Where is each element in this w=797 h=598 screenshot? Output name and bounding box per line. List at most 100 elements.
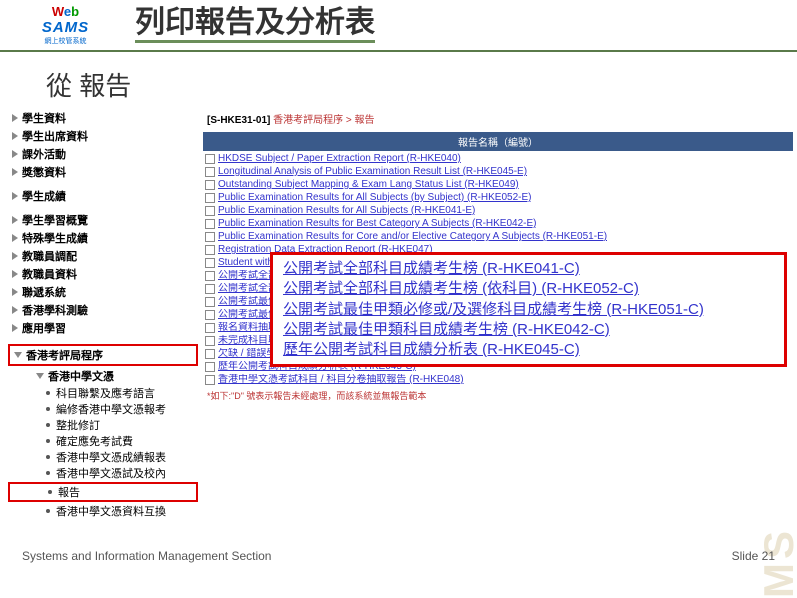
checkbox[interactable] [205,375,215,385]
bullet-icon [46,439,50,443]
breadcrumb: [S-HKE31-01] 香港考評局程序 > 報告 [203,109,793,132]
checkbox[interactable] [205,232,215,242]
triangle-icon [12,168,18,176]
callout-box: 公開考試全部科目成績考生榜 (R-HKE041-C)公開考試全部科目成績考生榜 … [270,252,787,367]
websams-logo: Web SAMS 網上校管系統 [8,4,123,46]
bullet-icon [46,509,50,513]
report-row: Public Examination Results for Core and/… [203,231,793,244]
checkbox[interactable] [205,349,215,359]
triangle-icon [12,270,18,278]
page-title: 列印報告及分析表 [135,8,375,43]
triangle-icon [14,352,22,358]
sidebar-item[interactable]: 香港學科測驗 [8,301,198,319]
sidebar-item[interactable]: 應用學習 [8,319,198,337]
sidebar-item[interactable]: 學生資料 [8,109,198,127]
callout-link[interactable]: 歷年公開考試科目成績分析表 (R-HKE045-C) [283,340,774,360]
checkbox[interactable] [205,362,215,372]
sidebar-subitem[interactable]: 香港中學文憑 [8,367,198,385]
triangle-icon [12,150,18,158]
sidebar-label: 編修香港中學文憑報考 [56,401,166,417]
report-link[interactable]: Public Examination Results for Best Cate… [218,218,536,230]
report-link[interactable]: Outstanding Subject Mapping & Exam Lang … [218,179,519,191]
checkbox[interactable] [205,310,215,320]
callout-link[interactable]: 公開考試最佳甲類必修或/及選修科目成績考生榜 (R-HKE051-C) [283,300,774,320]
sidebar-item[interactable]: 課外活動 [8,145,198,163]
sidebar-item[interactable]: 教職員調配 [8,247,198,265]
report-link[interactable]: HKDSE Subject / Paper Extraction Report … [218,153,461,165]
sidebar-leaf-item[interactable]: 報告 [8,482,198,502]
callout-link[interactable]: 公開考試全部科目成績考生榜 (R-HKE041-C) [283,259,774,279]
checkbox[interactable] [205,167,215,177]
logo-web: Web [52,4,79,19]
report-row: 香港中學文憑考試科目 / 科目分卷抽取報告 (R-HKE048) [203,374,793,387]
footer-left: Systems and Information Management Secti… [22,549,271,563]
checkbox[interactable] [205,180,215,190]
sidebar-label: 整批修訂 [56,417,100,433]
checkbox[interactable] [205,336,215,346]
report-link[interactable]: Public Examination Results for Core and/… [218,231,607,243]
sidebar-label: 科目聯繫及應考語言 [56,385,155,401]
logo-subtitle: 網上校管系統 [45,36,87,46]
sidebar-label: 報告 [58,484,80,500]
sidebar-label: 教職員資料 [22,266,77,282]
sidebar-label: 香港中學文憑資料互換 [56,503,166,519]
sidebar-item[interactable]: 獎懲資料 [8,163,198,181]
triangle-icon [12,132,18,140]
report-link[interactable]: Longitudinal Analysis of Public Examinat… [218,166,527,178]
checkbox[interactable] [205,271,215,281]
triangle-icon [12,252,18,260]
triangle-icon [12,192,18,200]
bullet-icon [48,490,52,494]
triangle-icon [12,216,18,224]
breadcrumb-code: [S-HKE31-01] [207,115,270,126]
sidebar-item[interactable]: 學生學習概覽 [8,211,198,229]
section-subtitle: 從 報告 [46,66,797,103]
bullet-icon [46,407,50,411]
report-row: Outstanding Subject Mapping & Exam Lang … [203,179,793,192]
footnote: *如下:"D" 號表示報告未經處理，而該系統並無報告範本 [203,387,793,402]
checkbox[interactable] [205,284,215,294]
sidebar-label: 香港中學文憑 [48,368,114,384]
sidebar-item[interactable]: 教職員資料 [8,265,198,283]
sidebar-leaf-item[interactable]: 編修香港中學文憑報考 [8,401,198,417]
checkbox[interactable] [205,193,215,203]
checkbox[interactable] [205,245,215,255]
triangle-icon [12,306,18,314]
bullet-icon [46,423,50,427]
sidebar-item[interactable]: 聯遞系統 [8,283,198,301]
report-link[interactable]: Public Examination Results for All Subje… [218,205,475,217]
sidebar-leaf-item[interactable]: 香港中學文憑資料互換 [8,503,198,519]
report-row: Longitudinal Analysis of Public Examinat… [203,166,793,179]
checkbox[interactable] [205,206,215,216]
checkbox[interactable] [205,154,215,164]
checkbox[interactable] [205,219,215,229]
report-row: Public Examination Results for Best Cate… [203,218,793,231]
logo-sams: SAMS [42,19,89,36]
sidebar-label: 學生資料 [22,110,66,126]
sidebar-item[interactable]: 特殊學生成績 [8,229,198,247]
sidebar-leaf-item[interactable]: 香港中學文憑試及校內 [8,465,198,481]
sidebar-item[interactable]: 學生出席資料 [8,127,198,145]
sidebar-leaf-item[interactable]: 整批修訂 [8,417,198,433]
triangle-icon [12,324,18,332]
callout-link[interactable]: 公開考試全部科目成績考生榜 (依科目) (R-HKE052-C) [283,279,774,299]
sidebar-item[interactable]: 學生成績 [8,187,198,205]
checkbox[interactable] [205,258,215,268]
callout-link[interactable]: 公開考試最佳甲類科目成績考生榜 (R-HKE042-C) [283,320,774,340]
bullet-icon [46,471,50,475]
sidebar-item[interactable]: 香港考評局程序 [8,344,198,366]
report-link[interactable]: 香港中學文憑考試科目 / 科目分卷抽取報告 (R-HKE048) [218,374,464,386]
checkbox[interactable] [205,323,215,333]
sidebar-leaf-item[interactable]: 科目聯繫及應考語言 [8,385,198,401]
checkbox[interactable] [205,297,215,307]
sidebar-leaf-item[interactable]: 確定應免考試費 [8,433,198,449]
sidebar-label: 獎懲資料 [22,164,66,180]
triangle-down-icon [36,373,44,379]
report-link[interactable]: Public Examination Results for All Subje… [218,192,531,204]
sidebar-leaf-item[interactable]: 香港中學文憑成績報表 [8,449,198,465]
slide-header: Web SAMS 網上校管系統 列印報告及分析表 [0,0,797,52]
triangle-icon [12,234,18,242]
breadcrumb-path: 香港考評局程序 > 報告 [273,115,374,126]
bullet-icon [46,455,50,459]
sidebar-label: 學生學習概覽 [22,212,88,228]
